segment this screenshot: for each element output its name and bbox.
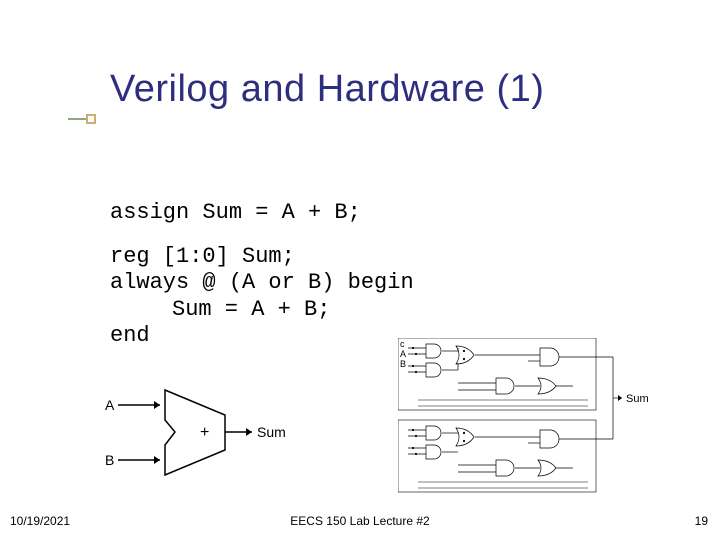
code-end: end: [110, 323, 414, 349]
adder-label-sum: Sum: [257, 424, 286, 440]
footer-page: 19: [695, 514, 708, 528]
svg-text:A: A: [400, 349, 406, 359]
svg-text:c: c: [400, 339, 405, 349]
bullet-icon: [68, 118, 90, 120]
footer-center: EECS 150 Lab Lecture #2: [290, 514, 429, 528]
adder-op: +: [200, 424, 209, 441]
slide-title: Verilog and Hardware (1): [110, 68, 544, 111]
adder-label-b: B: [105, 452, 114, 468]
footer-date: 10/19/2021: [10, 514, 70, 528]
code-reg: reg [1:0] Sum;: [110, 244, 414, 270]
adder-diagram: A B + Sum: [100, 385, 290, 480]
adder-label-a: A: [105, 397, 115, 413]
code-always-block: reg [1:0] Sum; always @ (A or B) begin S…: [110, 244, 414, 350]
svg-text:B: B: [400, 359, 406, 369]
gate-label-sum: Sum: [626, 393, 649, 405]
code-body: Sum = A + B;: [110, 297, 414, 323]
code-assign: assign Sum = A + B;: [110, 200, 361, 226]
code-always: always @ (A or B) begin: [110, 270, 414, 296]
bullet-dot-icon: [86, 114, 96, 124]
title-area: Verilog and Hardware (1): [70, 68, 544, 111]
gate-diagram: c A B: [398, 338, 658, 498]
